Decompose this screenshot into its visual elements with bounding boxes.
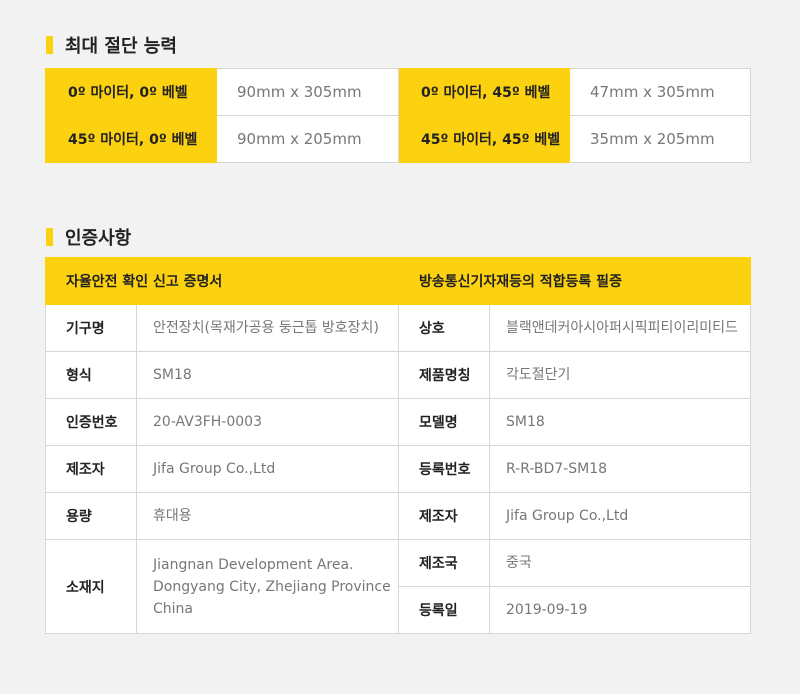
cert-label: 등록번호: [398, 445, 490, 493]
capacity-label: 0º 마이터, 0º 베벨: [45, 68, 217, 116]
cert-label: 모델명: [398, 398, 490, 446]
cert-label: 용량: [45, 492, 137, 540]
cert-section-title: 인증사항: [46, 224, 131, 250]
cert-label: 형식: [45, 351, 137, 399]
capacity-value: 35mm x 205mm: [569, 115, 751, 163]
cert-value-address: Jiangnan Development Area. Dongyang City…: [136, 539, 399, 634]
table-row: 소재지 Jiangnan Development Area. Dongyang …: [45, 539, 752, 634]
cert-value: 20-AV3FH-0003: [136, 398, 399, 446]
cert-value: 블랙앤데커아시아퍼시픽피티이리미티드: [488, 304, 752, 352]
table-row: 형식 SM18 제품명칭 각도절단기: [45, 351, 752, 399]
title-accent-bar: [46, 36, 53, 54]
capacity-title: 최대 절단 능력: [65, 36, 177, 57]
table-row: 기구명 안전장치(목재가공용 둥근톱 방호장치) 상호 블랙앤데커아시아퍼시픽피…: [45, 304, 752, 352]
address-line: Dongyang City, Zhejiang Province China: [153, 578, 391, 617]
cert-header-right: 방송통신기자재등의 적합등록 필증: [397, 257, 752, 305]
cert-label: 인증번호: [45, 398, 137, 446]
table-row: 0º 마이터, 0º 베벨 90mm x 305mm 0º 마이터, 45º 베…: [45, 68, 751, 116]
table-row: 용량 휴대용 제조자 Jifa Group Co.,Ltd: [45, 492, 752, 540]
capacity-label: 0º 마이터, 45º 베벨: [398, 68, 570, 116]
cert-value: 각도절단기: [488, 351, 752, 399]
cert-label: 제품명칭: [398, 351, 490, 399]
cert-value: 중국: [488, 539, 752, 587]
cert-value: SM18: [488, 398, 752, 446]
capacity-value: 47mm x 305mm: [569, 68, 751, 116]
cert-value: SM18: [136, 351, 399, 399]
cert-label: 상호: [398, 304, 490, 352]
cert-label: 기구명: [45, 304, 137, 352]
cert-label: 등록일: [398, 586, 490, 634]
cert-header-left: 자율안전 확인 신고 증명서: [45, 257, 399, 305]
capacity-label: 45º 마이터, 45º 베벨: [398, 115, 570, 163]
table-header-row: 자율안전 확인 신고 증명서 방송통신기자재등의 적합등록 필증: [45, 257, 752, 305]
table-row: 45º 마이터, 0º 베벨 90mm x 205mm 45º 마이터, 45º…: [45, 115, 751, 163]
cert-value: Jifa Group Co.,Ltd: [488, 492, 752, 540]
cert-label: 제조자: [45, 445, 137, 493]
capacity-value: 90mm x 205mm: [216, 115, 399, 163]
cutting-capacity-table: 0º 마이터, 0º 베벨 90mm x 305mm 0º 마이터, 45º 베…: [45, 68, 751, 163]
capacity-label: 45º 마이터, 0º 베벨: [45, 115, 217, 163]
cert-value: Jifa Group Co.,Ltd: [136, 445, 399, 493]
cert-title: 인증사항: [65, 228, 132, 249]
cert-value: 휴대용: [136, 492, 399, 540]
capacity-value: 90mm x 305mm: [216, 68, 399, 116]
cert-value: 안전장치(목재가공용 둥근톱 방호장치): [136, 304, 399, 352]
title-accent-bar: [46, 228, 53, 246]
capacity-section-title: 최대 절단 능력: [46, 32, 177, 58]
cert-value: 2019-09-19: [488, 586, 752, 634]
address-line: Jiangnan Development Area.: [153, 556, 354, 573]
table-row: 제조자 Jifa Group Co.,Ltd 등록번호 R-R-BD7-SM18: [45, 445, 752, 493]
cert-label: 제조국: [398, 539, 490, 587]
certification-table: 자율안전 확인 신고 증명서 방송통신기자재등의 적합등록 필증 기구명 안전장…: [45, 257, 752, 634]
cert-label: 제조자: [398, 492, 490, 540]
cert-value: R-R-BD7-SM18: [488, 445, 752, 493]
table-row: 인증번호 20-AV3FH-0003 모델명 SM18: [45, 398, 752, 446]
cert-label: 소재지: [45, 539, 137, 634]
